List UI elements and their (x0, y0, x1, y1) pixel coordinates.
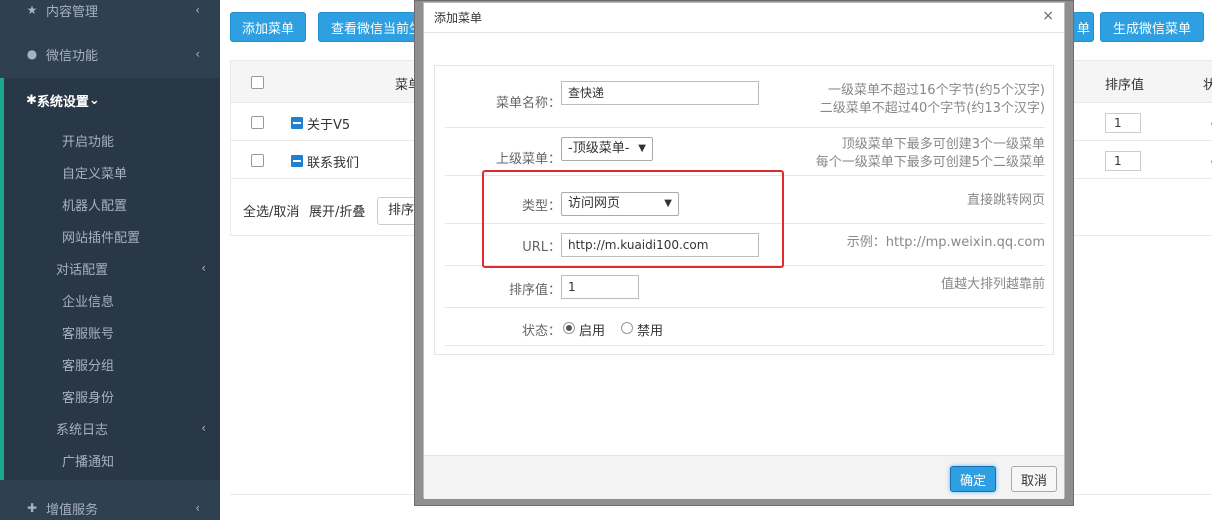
select-all-checkbox[interactable] (251, 76, 264, 89)
parent-hint: 顶级菜单下最多可创建3个一级菜单 每个一级菜单下最多可创建5个二级菜单 (816, 136, 1045, 172)
sidebar-item-agent-account[interactable]: 客服账号 (0, 316, 220, 348)
close-icon[interactable]: × (1042, 8, 1054, 24)
chevron-left-icon: ‹ (195, 501, 200, 515)
sidebar-item-label: 机器人配置 (62, 198, 128, 214)
sidebar-item-dialog-config[interactable]: 对话配置 ‹ (0, 252, 220, 284)
parent-menu-select[interactable]: -顶级菜单- ▼ (561, 137, 653, 161)
star-icon: ★ (26, 3, 38, 17)
dialog-title: 添加菜单 (424, 3, 1064, 33)
status-enable-label: 启用 (579, 324, 606, 339)
sidebar-item-custom-menu[interactable]: 自定义菜单 (0, 156, 220, 188)
sidebar-item-system[interactable]: ✱ 系统设置 ⌄ (0, 82, 220, 118)
col-status: 状 (1203, 78, 1212, 93)
sidebar-item-broadcast[interactable]: 广播通知 (0, 444, 220, 476)
form-row-name: 菜单名称： 查快递 一级菜单不超过16个字节(约5个汉字) 二级菜单不超过40个… (445, 66, 1045, 128)
sidebar-item-robot[interactable]: 机器人配置 (0, 188, 220, 220)
sort-hint: 值越大排列越靠前 (940, 277, 1045, 292)
status-disable-radio[interactable] (621, 322, 633, 334)
hint-line: 每个一级菜单下最多可创建5个二级菜单 (815, 155, 1045, 170)
hint-line: 二级菜单不超过40个字节(约13个汉字) (819, 101, 1045, 116)
chevron-left-icon: ‹ (201, 421, 206, 435)
chevron-left-icon: ‹ (201, 261, 206, 275)
status-label: 状态： (521, 324, 561, 339)
sidebar-item-wechat[interactable]: ● 微信功能 ‹ (0, 36, 220, 72)
sidebar-item-label: 客服身份 (62, 390, 115, 406)
sidebar-item-content[interactable]: ★ 内容管理 ‹ (0, 0, 220, 28)
status-disable-label: 禁用 (637, 324, 664, 339)
sidebar-item-company[interactable]: 企业信息 (0, 284, 220, 316)
sidebar-item-label: 企业信息 (62, 294, 115, 310)
sidebar-item-label: 开启功能 (62, 134, 115, 150)
row-name: 关于V5 (307, 118, 351, 133)
dialog-footer: 确定 取消 (424, 455, 1064, 499)
chevron-down-icon: ⌄ (88, 92, 100, 108)
parent-menu-value: -顶级菜单- (568, 141, 630, 156)
sidebar-item-plugin[interactable]: 网站插件配置 (0, 220, 220, 252)
menu-name-input[interactable]: 查快递 (561, 81, 759, 105)
type-hint: 直接跳转网页 (966, 193, 1045, 208)
form-row-status: 状态： 启用 禁用 (445, 308, 1045, 346)
cancel-button[interactable]: 取消 (1011, 466, 1057, 492)
sidebar-item-label: 对话配置 (56, 262, 109, 278)
row-name: 联系我们 (307, 156, 360, 171)
chevron-left-icon: ‹ (195, 3, 200, 17)
sidebar: ★ 内容管理 ‹ ● 微信功能 ‹ ✱ 系统设置 ⌄ 开启功能 自定义菜单 机器… (0, 0, 220, 520)
sidebar-item-label: 广播通知 (62, 454, 115, 470)
dropdown-arrow-icon: ▼ (638, 143, 646, 154)
confirm-button[interactable]: 确定 (950, 466, 996, 492)
gear-icon: ✱ (26, 92, 37, 108)
sidebar-item-label: 客服账号 (62, 326, 115, 342)
sort-label: 排序值： (508, 283, 561, 298)
hint-line: 一级菜单不超过16个字节(约5个汉字) (828, 83, 1045, 98)
url-hint: 示例：http://mp.weixin.qq.com (846, 235, 1045, 250)
sidebar-item-agent-identity[interactable]: 客服身份 (0, 380, 220, 412)
sidebar-item-label: 客服分组 (62, 358, 115, 374)
hint-line: 顶级菜单下最多可创建3个一级菜单 (841, 137, 1045, 152)
row-checkbox[interactable] (251, 116, 264, 129)
sidebar-item-syslog[interactable]: 系统日志 ‹ (0, 412, 220, 444)
form-row-sort: 排序值： 1 值越大排列越靠前 (445, 266, 1045, 308)
plus-icon: ✚ (26, 501, 38, 515)
sidebar-item-label: 自定义菜单 (62, 166, 128, 182)
sidebar-item-label: 内容管理 (46, 4, 99, 20)
chevron-left-icon: ‹ (195, 47, 200, 61)
sidebar-item-label: 增值服务 (46, 502, 99, 518)
status-enable-radio[interactable] (563, 322, 575, 334)
row-checkbox[interactable] (251, 154, 264, 167)
sort-value-input[interactable]: 1 (561, 275, 639, 299)
highlight-annotation (482, 170, 784, 268)
sidebar-item-enable[interactable]: 开启功能 (0, 124, 220, 156)
expand-collapse-link[interactable]: 展开/折叠 (309, 201, 365, 220)
sort-input[interactable]: 1 (1105, 151, 1141, 171)
sort-input[interactable]: 1 (1105, 113, 1141, 133)
collapse-icon[interactable] (291, 155, 303, 167)
sidebar-item-label: 系统设置 (36, 94, 89, 110)
sidebar-item-label: 网站插件配置 (62, 230, 141, 246)
sidebar-item-agent-group[interactable]: 客服分组 (0, 348, 220, 380)
sidebar-item-label: 微信功能 (46, 48, 99, 64)
select-all-link[interactable]: 全选/取消 (243, 201, 299, 220)
collapse-icon[interactable] (291, 117, 303, 129)
generate-wechat-menu-button[interactable]: 生成微信菜单 (1100, 12, 1204, 42)
col-sort: 排序值 (1105, 78, 1145, 93)
sidebar-item-value-service[interactable]: ✚ 增值服务 ‹ (0, 490, 220, 520)
form-row-parent: 上级菜单： -顶级菜单- ▼ 顶级菜单下最多可创建3个一级菜单 每个一级菜单下最… (445, 128, 1045, 176)
name-label: 菜单名称： (495, 96, 561, 111)
sidebar-item-label: 系统日志 (56, 422, 109, 438)
add-menu-button[interactable]: 添加菜单 (230, 12, 306, 42)
wechat-icon: ● (26, 47, 38, 61)
name-hint: 一级菜单不超过16个字节(约5个汉字) 二级菜单不超过40个字节(约13个汉字) (820, 82, 1045, 118)
parent-label: 上级菜单： (495, 152, 561, 167)
